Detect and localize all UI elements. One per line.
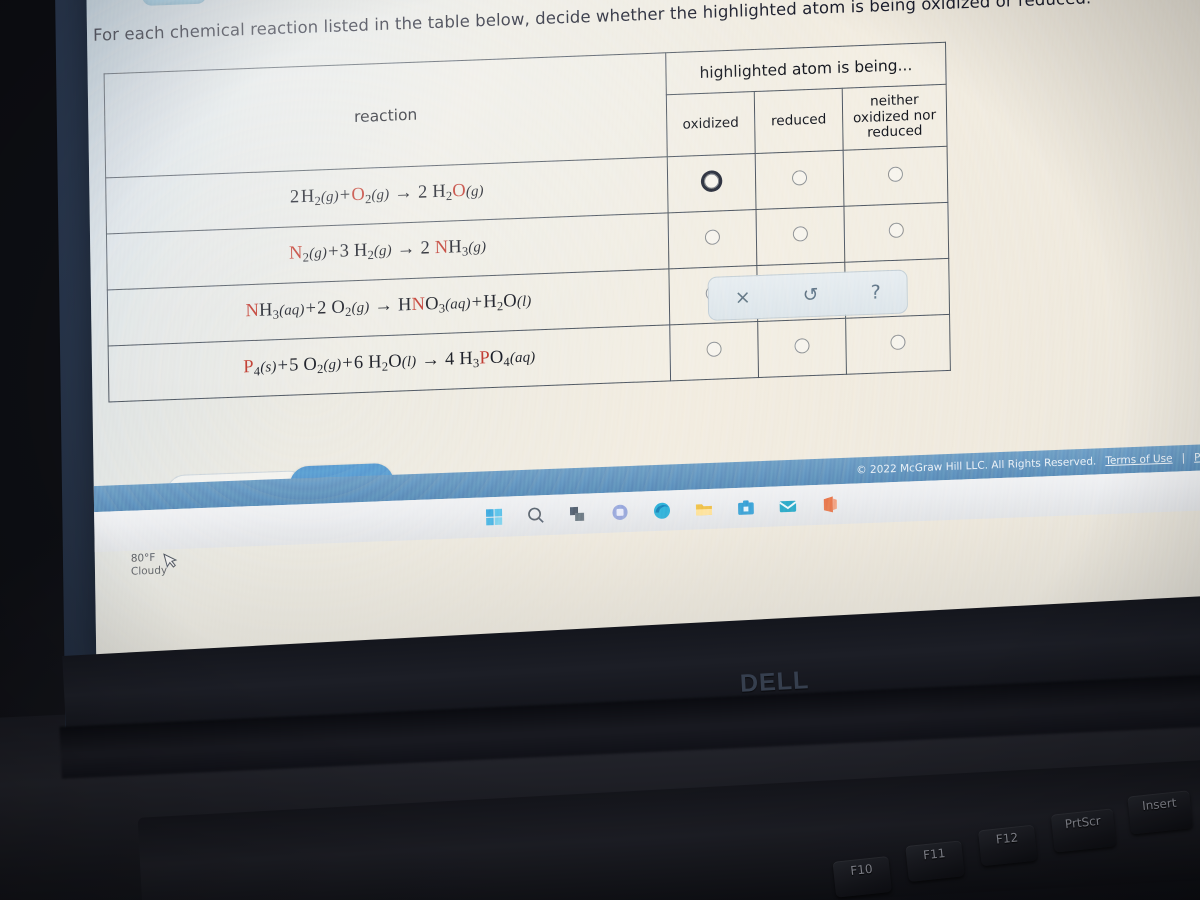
edge-icon[interactable]: [651, 500, 671, 521]
reaction-equation-1: 2H2(g)+O2(g) → 2 H2O(g): [289, 181, 484, 209]
reaction-answer-table: reaction highlighted atom is being... ox…: [103, 41, 951, 403]
reaction-equation-4: P4(s)+5 O2(g)+6 H2O(l) → 4 H3PO4(aq): [243, 347, 536, 379]
undo-button[interactable]: ↺: [803, 284, 819, 307]
terms-of-use-link[interactable]: Terms of Use: [1105, 453, 1172, 468]
column-header-reduced: reduced: [754, 88, 844, 154]
radio-reduced-row2[interactable]: [792, 225, 808, 242]
page-title: For each chemical reaction listed in the…: [92, 0, 1092, 45]
answer-toolbar: × ↺ ?: [707, 269, 909, 321]
key-f11[interactable]: F11: [905, 840, 965, 882]
radio-reduced-row1[interactable]: [791, 169, 808, 186]
weather-widget[interactable]: 80°F Cloudy: [131, 551, 168, 579]
teams-icon[interactable]: [609, 502, 629, 523]
search-icon[interactable]: [525, 505, 545, 526]
clear-answers-button[interactable]: ×: [735, 286, 751, 309]
radio-cell-reduced-row1[interactable]: [755, 150, 844, 210]
help-button[interactable]: ?: [870, 281, 880, 303]
privacy-link[interactable]: Priva: [1194, 451, 1200, 464]
reaction-equation-2: N2(g)+3 H2(g) → 2 NH3(g): [288, 237, 487, 265]
radio-cell-reduced-row4[interactable]: [757, 318, 847, 378]
radio-cell-oxidized-row2[interactable]: [668, 209, 757, 269]
screenshot-root: For each chemical reaction listed in the…: [0, 0, 1200, 900]
column-header-oxidized: oxidized: [666, 91, 756, 157]
weather-condition: Cloudy: [130, 564, 168, 578]
task-view-icon[interactable]: [567, 504, 587, 525]
file-explorer-icon[interactable]: [693, 499, 713, 520]
radio-oxidized-row1[interactable]: [703, 172, 720, 189]
copyright-text: © 2022 McGraw Hill LLC. All Rights Reser…: [856, 455, 1097, 477]
collapse-chevron-button[interactable]: [142, 0, 207, 6]
radio-oxidized-row2[interactable]: [704, 228, 721, 245]
key-f10[interactable]: F10: [832, 856, 892, 898]
radio-neither-row1[interactable]: [887, 165, 904, 182]
radio-neither-row2[interactable]: [888, 222, 904, 238]
key-insert[interactable]: Insert: [1127, 790, 1193, 835]
radio-cell-oxidized-row4[interactable]: [669, 321, 759, 381]
radio-cell-oxidized-row1[interactable]: [667, 153, 757, 213]
key-f12[interactable]: F12: [978, 824, 1038, 867]
mail-icon[interactable]: [777, 496, 797, 517]
microsoft-store-icon[interactable]: [735, 497, 755, 518]
key-prtscr[interactable]: PrtScr: [1050, 808, 1117, 853]
reaction-equation-3: NH3(aq)+2 O2(g) → HNO3(aq)+H2O(l): [245, 291, 532, 322]
column-header-neither: neither oxidized nor reduced: [842, 84, 948, 151]
windows-start-icon[interactable]: [483, 507, 503, 528]
radio-cell-neither-row1[interactable]: [843, 146, 948, 207]
radio-neither-row4[interactable]: [890, 334, 906, 350]
radio-reduced-row4[interactable]: [794, 337, 810, 354]
radio-cell-reduced-row2[interactable]: [756, 206, 845, 266]
footer-separator: |: [1181, 452, 1186, 465]
office-icon[interactable]: [819, 494, 839, 515]
radio-cell-neither-row2[interactable]: [843, 202, 949, 263]
laptop-screen: For each chemical reaction listed in the…: [86, 0, 1200, 667]
radio-cell-neither-row4[interactable]: [845, 314, 951, 375]
radio-oxidized-row4[interactable]: [706, 340, 722, 357]
